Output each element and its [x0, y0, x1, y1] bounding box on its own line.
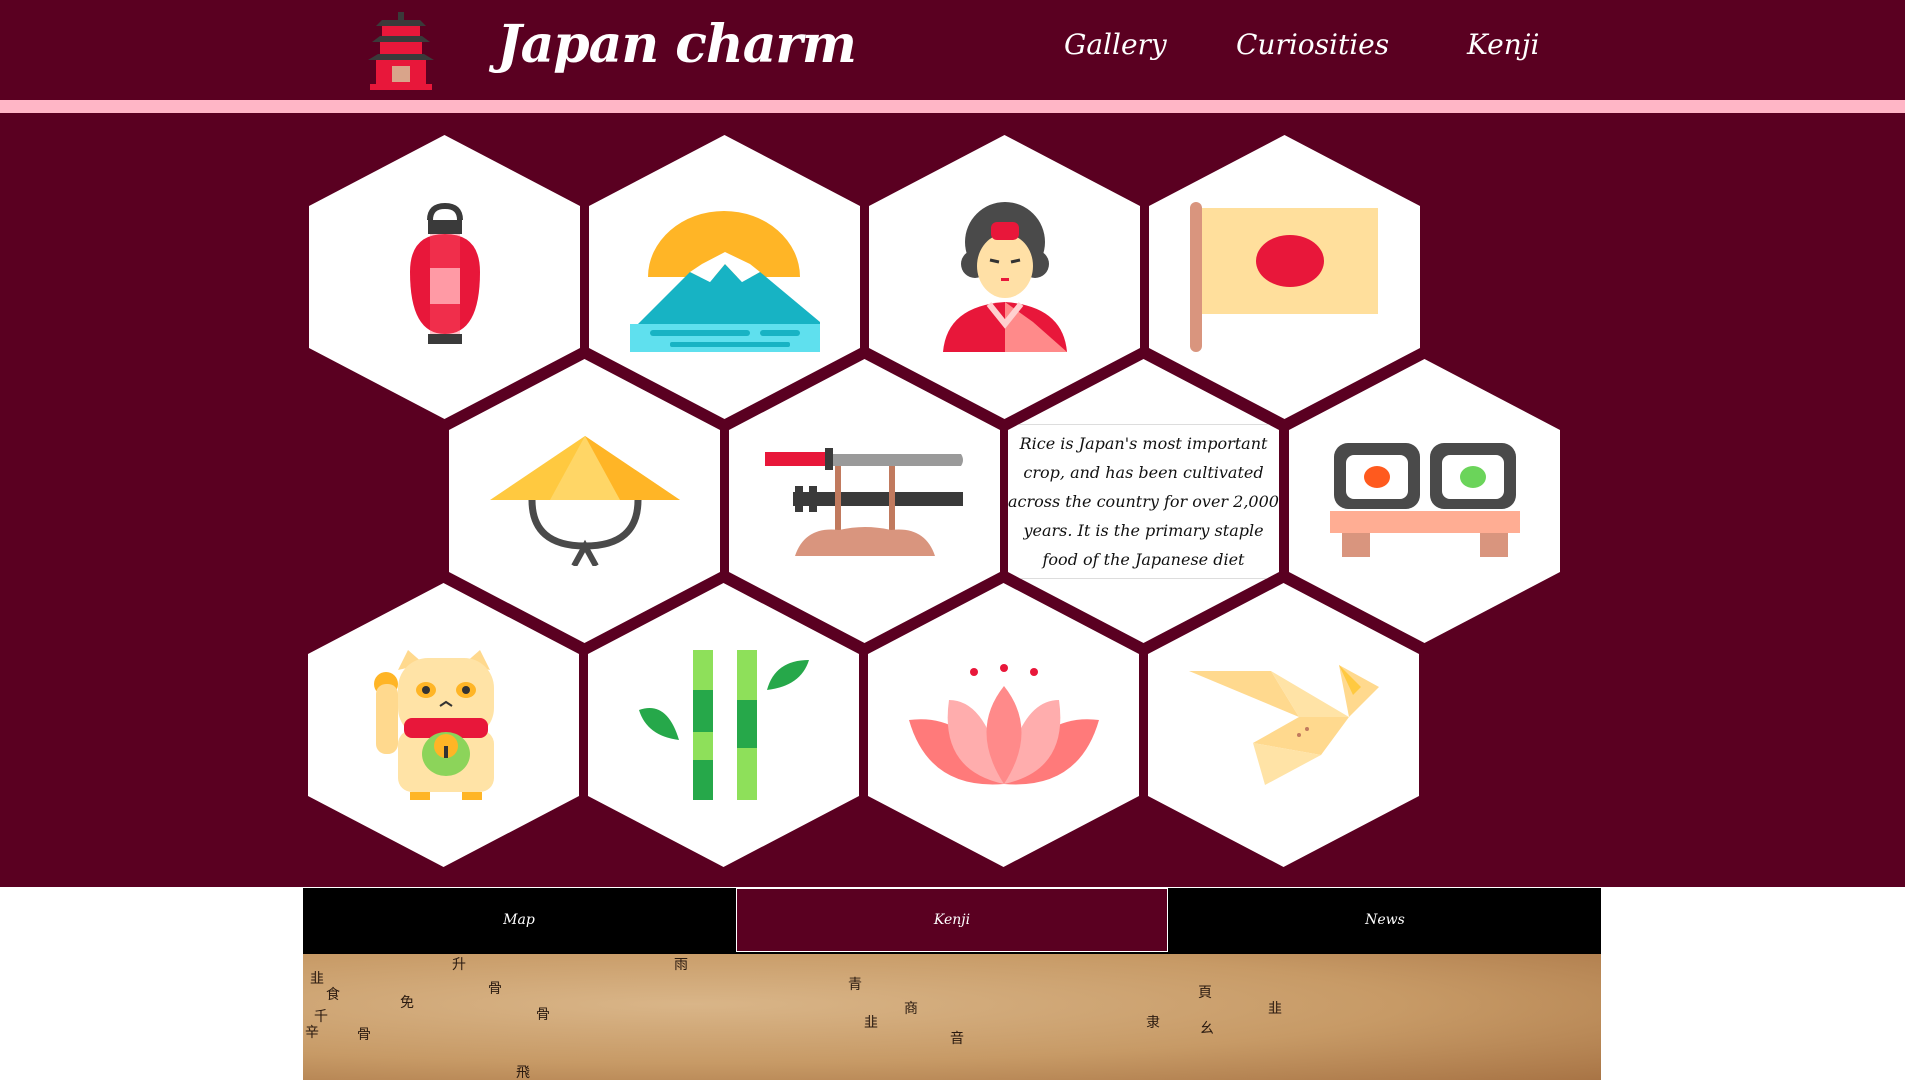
gallery-section: Rice is Japan's most important crop, and… — [0, 113, 1905, 887]
hex-tile-lantern[interactable] — [309, 135, 580, 419]
map-kanji[interactable]: 雨 — [674, 954, 688, 974]
tab-bar: Map Kenji News — [303, 888, 1601, 954]
pagoda-icon[interactable] — [366, 12, 436, 94]
lotus-icon — [908, 664, 1099, 785]
map-kanji[interactable]: 青 — [848, 974, 862, 994]
rice-fact-text: Rice is Japan's most important crop, and… — [1008, 423, 1279, 579]
mount-fuji-icon — [629, 211, 820, 352]
site-title: Japan charm — [497, 14, 857, 75]
lucky-cat-icon — [373, 650, 494, 800]
hex-tile-crane[interactable] — [1148, 583, 1419, 867]
map-kanji[interactable]: 免 — [400, 992, 414, 1012]
katana-stand-icon — [764, 448, 963, 556]
hex-tile-rice-fact[interactable]: Rice is Japan's most important crop, and… — [1008, 359, 1279, 643]
japan-flag-icon — [1189, 202, 1378, 352]
map-kanji[interactable]: 韭 — [864, 1012, 878, 1032]
tab-news[interactable]: News — [1169, 888, 1601, 952]
site-header: Japan charm Gallery Curiosities Kenji — [0, 0, 1905, 100]
kanji-map[interactable]: 韭 食 千 辛 骨 免 升 骨 骨 雨 飛 青 韭 商 音 隶 頁 幺 韭 — [303, 954, 1601, 1080]
map-kanji[interactable]: 音 — [950, 1028, 964, 1048]
map-kanji[interactable]: 骨 — [536, 1004, 550, 1024]
tab-kenji[interactable]: Kenji — [736, 888, 1168, 952]
map-kanji[interactable]: 骨 — [488, 978, 502, 998]
map-kanji[interactable]: 韭 — [310, 968, 324, 988]
tab-map[interactable]: Map — [303, 888, 735, 952]
hex-tile-hat[interactable] — [449, 359, 720, 643]
straw-hat-icon — [489, 436, 680, 566]
hex-tile-lotus[interactable] — [868, 583, 1139, 867]
hex-tile-geisha[interactable] — [869, 135, 1140, 419]
page: Japan charm Gallery Curiosities Kenji Ri… — [0, 0, 1905, 1080]
header-accent-bar — [0, 100, 1905, 113]
map-kanji[interactable]: 骨 — [357, 1024, 371, 1044]
sushi-icon — [1329, 443, 1520, 557]
map-kanji[interactable]: 飛 — [516, 1062, 530, 1080]
map-kanji[interactable]: 辛 — [305, 1022, 319, 1042]
hex-tile-flag[interactable] — [1149, 135, 1420, 419]
map-kanji[interactable]: 韭 — [1268, 998, 1282, 1018]
map-kanji[interactable]: 商 — [904, 998, 918, 1018]
geisha-icon — [942, 202, 1067, 352]
hex-tile-fuji[interactable] — [589, 135, 860, 419]
hex-tile-bamboo[interactable] — [588, 583, 859, 867]
hex-tile-lucky-cat[interactable] — [308, 583, 579, 867]
origami-crane-icon — [1188, 665, 1379, 785]
map-kanji[interactable]: 隶 — [1146, 1012, 1160, 1032]
nav-curiosities[interactable]: Curiosities — [1236, 28, 1389, 61]
hex-tile-katana[interactable] — [729, 359, 1000, 643]
bamboo-icon — [638, 650, 809, 800]
map-kanji[interactable]: 升 — [452, 954, 466, 974]
map-kanji[interactable]: 頁 — [1198, 982, 1212, 1002]
nav-gallery[interactable]: Gallery — [1064, 28, 1167, 61]
map-kanji[interactable]: 幺 — [1200, 1018, 1214, 1038]
map-kanji[interactable]: 食 — [326, 984, 340, 1004]
paper-lantern-icon — [409, 202, 480, 344]
hex-tile-sushi[interactable] — [1289, 359, 1560, 643]
nav-kenji[interactable]: Kenji — [1467, 28, 1539, 61]
